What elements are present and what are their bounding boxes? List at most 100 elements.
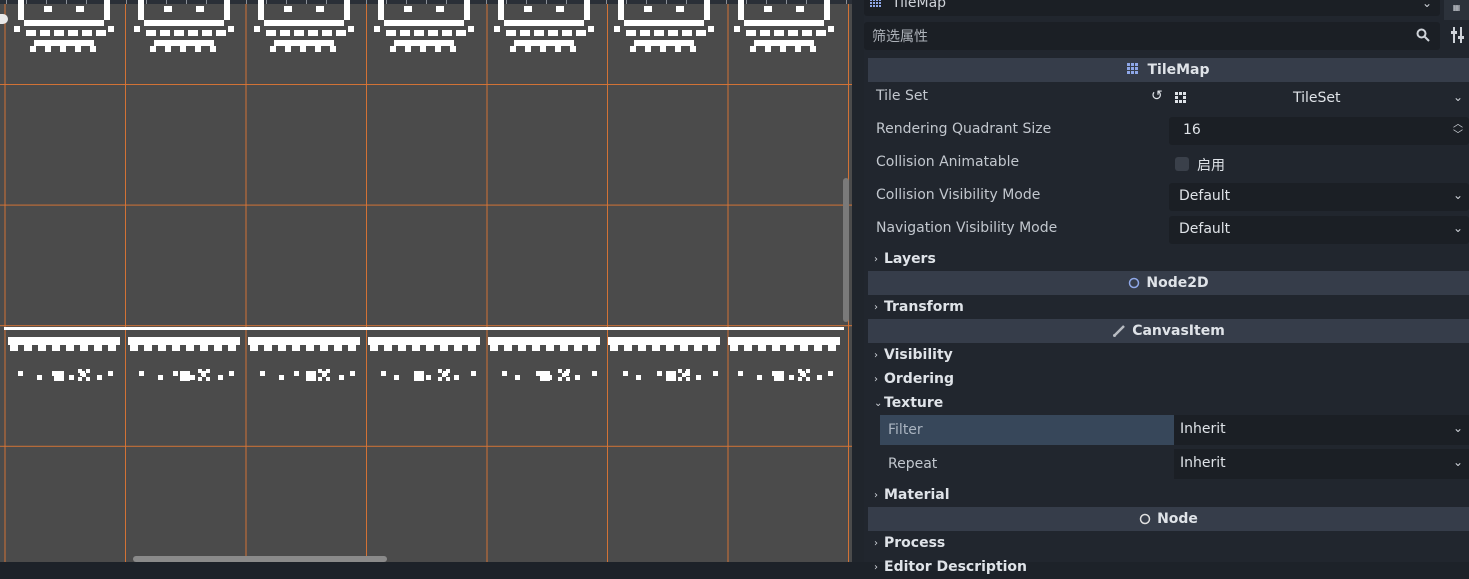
filter-properties-input[interactable] bbox=[870, 26, 1404, 48]
chevron-right-icon: › bbox=[874, 561, 878, 573]
chevron-right-icon: › bbox=[874, 301, 878, 313]
prop-navigation-visibility-mode: Navigation Visibility Mode Default ⌄ bbox=[868, 213, 1469, 247]
node-selector[interactable]: TileMap ⌄ bbox=[864, 0, 1440, 16]
filter-value: Inherit bbox=[1180, 421, 1226, 437]
navigation-visibility-mode-label: Navigation Visibility Mode bbox=[876, 220, 1058, 236]
prop-rendering-quadrant-size: Rendering Quadrant Size 16 ︿ ﹀ bbox=[868, 114, 1469, 147]
prop-filter[interactable]: Filter Inherit ⌄ bbox=[868, 415, 1469, 449]
canvasitem-icon bbox=[1112, 324, 1126, 338]
chevron-down-icon[interactable]: ⌄ bbox=[1453, 90, 1463, 104]
tile-cell bbox=[244, 327, 364, 387]
section-texture-label: Texture bbox=[884, 395, 944, 411]
repeat-value: Inherit bbox=[1180, 455, 1226, 471]
tile-set-value: TileSet bbox=[1293, 90, 1341, 106]
prop-collision-visibility-mode: Collision Visibility Mode Default ⌄ bbox=[868, 180, 1469, 213]
prop-repeat[interactable]: Repeat Inherit ⌄ bbox=[868, 449, 1469, 483]
section-visibility-label: Visibility bbox=[884, 347, 953, 363]
filter-properties-field[interactable] bbox=[864, 22, 1440, 50]
filter-select[interactable]: Inherit ⌄ bbox=[1174, 415, 1469, 445]
tile-cell bbox=[484, 327, 604, 387]
node2d-icon bbox=[1128, 277, 1140, 289]
section-ordering-label: Ordering bbox=[884, 371, 955, 387]
tools-button[interactable] bbox=[1444, 24, 1469, 50]
collision-animatable-toggle[interactable]: 启用 bbox=[1169, 150, 1469, 178]
section-transform-label: Transform bbox=[884, 299, 964, 315]
chevron-right-icon: › bbox=[874, 537, 878, 549]
section-transform[interactable]: › Transform bbox=[868, 295, 1469, 319]
property-list: TileMap Tile Set ↺ TileSet ⌄ Rendering Q… bbox=[868, 58, 1469, 579]
rendering-quadrant-size-spinbox[interactable]: 16 ︿ ﹀ bbox=[1169, 117, 1469, 145]
section-process[interactable]: › Process bbox=[868, 531, 1469, 555]
tile-cell bbox=[724, 327, 844, 387]
chevron-right-icon: › bbox=[874, 253, 878, 265]
collision-visibility-mode-value: Default bbox=[1179, 188, 1231, 204]
section-process-label: Process bbox=[884, 535, 946, 551]
node-icon bbox=[1139, 513, 1151, 525]
repeat-select[interactable]: Inherit ⌄ bbox=[1174, 449, 1469, 479]
section-material[interactable]: › Material bbox=[868, 483, 1469, 507]
tile-set-resource-picker[interactable]: TileSet ⌄ bbox=[1169, 84, 1469, 112]
repeat-label: Repeat bbox=[888, 456, 938, 472]
category-canvasitem-label: CanvasItem bbox=[1132, 323, 1225, 339]
tile-cell bbox=[364, 0, 484, 56]
tile-cell bbox=[124, 0, 244, 56]
ruler-tick bbox=[846, 0, 847, 4]
doc-button[interactable]: ▦ bbox=[1444, 0, 1469, 20]
collision-animatable-checkbox[interactable] bbox=[1175, 157, 1189, 171]
collision-visibility-mode-select[interactable]: Default ⌄ bbox=[1169, 183, 1469, 211]
category-tilemap-label: TileMap bbox=[1147, 62, 1210, 78]
search-icon bbox=[1416, 28, 1430, 46]
tileset-icon bbox=[1175, 92, 1189, 110]
section-material-label: Material bbox=[884, 487, 950, 503]
tile-cell bbox=[4, 327, 124, 387]
tile-cell bbox=[724, 0, 844, 56]
category-canvasitem: CanvasItem bbox=[868, 319, 1469, 343]
section-visibility[interactable]: › Visibility bbox=[868, 343, 1469, 367]
section-editor-description[interactable]: › Editor Description bbox=[868, 555, 1469, 579]
panel-divider[interactable] bbox=[852, 0, 864, 562]
tools-icon bbox=[1450, 27, 1464, 47]
tile-row-middle bbox=[4, 327, 844, 387]
section-editor-description-label: Editor Description bbox=[884, 559, 1028, 575]
tile-cell bbox=[244, 0, 364, 56]
canvas-viewport[interactable] bbox=[0, 0, 852, 562]
category-node2d-label: Node2D bbox=[1146, 275, 1209, 291]
category-tilemap: TileMap bbox=[868, 58, 1469, 82]
node-type-label: TileMap bbox=[892, 0, 947, 11]
inspector-panel: TileMap ⌄ ▦ TileMap Tile Set bbox=[864, 0, 1469, 575]
chevron-down-icon: ⌄ bbox=[1452, 188, 1463, 202]
chevron-down-icon: ⌄ bbox=[1452, 421, 1463, 435]
spin-arrows-icon[interactable]: ︿ ﹀ bbox=[1453, 119, 1463, 141]
section-ordering[interactable]: › Ordering bbox=[868, 367, 1469, 391]
section-layers[interactable]: › Layers bbox=[868, 247, 1469, 271]
chevron-right-icon: › bbox=[874, 489, 878, 501]
chevron-down-icon: ⌄ bbox=[1452, 221, 1463, 235]
chevron-down-icon: ⌄ bbox=[1452, 455, 1463, 469]
navigation-visibility-mode-value: Default bbox=[1179, 221, 1231, 237]
rendering-quadrant-size-label: Rendering Quadrant Size bbox=[876, 121, 1052, 137]
tile-cell bbox=[604, 0, 724, 56]
category-node: Node bbox=[868, 507, 1469, 531]
prop-tile-set: Tile Set ↺ TileSet ⌄ bbox=[868, 82, 1469, 114]
chevron-right-icon: › bbox=[874, 349, 878, 361]
section-layers-label: Layers bbox=[884, 251, 936, 267]
revert-icon[interactable]: ↺ bbox=[1151, 88, 1163, 104]
chevron-down-icon: ⌄ bbox=[874, 397, 883, 409]
tile-row-top bbox=[4, 0, 844, 56]
filter-label: Filter bbox=[880, 415, 1174, 445]
navigation-visibility-mode-select[interactable]: Default ⌄ bbox=[1169, 216, 1469, 244]
tile-cell bbox=[364, 327, 484, 387]
section-texture[interactable]: ⌄ Texture bbox=[868, 391, 1469, 415]
tile-set-label: Tile Set bbox=[876, 88, 928, 104]
tile-cell bbox=[604, 327, 724, 387]
collision-animatable-value: 启用 bbox=[1197, 158, 1225, 174]
tilemap-icon bbox=[1127, 63, 1141, 77]
collision-animatable-label: Collision Animatable bbox=[876, 154, 1020, 170]
vertical-scrollbar[interactable] bbox=[843, 178, 849, 322]
chevron-down-icon: ⌄ bbox=[1421, 0, 1432, 10]
collision-visibility-mode-label: Collision Visibility Mode bbox=[876, 187, 1041, 203]
tilemap-icon bbox=[870, 0, 882, 15]
category-node-label: Node bbox=[1157, 511, 1198, 527]
tile-cell bbox=[4, 0, 124, 56]
horizontal-scrollbar[interactable] bbox=[133, 556, 387, 562]
